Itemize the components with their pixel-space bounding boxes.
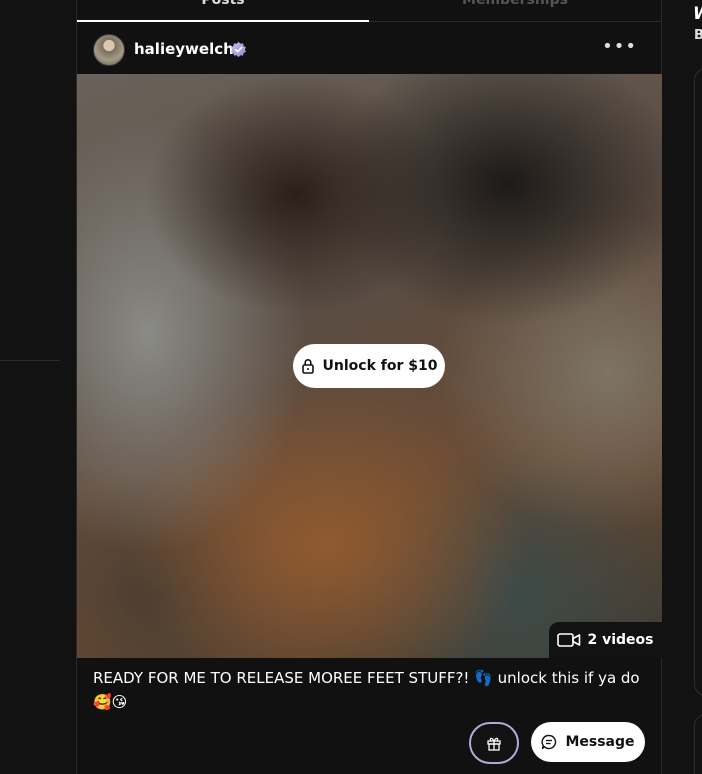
post-feed: Posts Memberships halieywelch ••• Unlock… xyxy=(76,0,662,774)
videos-count-label: 2 videos xyxy=(587,632,654,648)
more-options-icon[interactable]: ••• xyxy=(602,38,637,56)
tab-posts[interactable]: Posts xyxy=(77,0,369,14)
lock-icon xyxy=(301,359,314,374)
post-header: halieywelch ••• xyxy=(77,22,661,74)
video-camera-icon xyxy=(557,633,581,647)
left-divider xyxy=(0,360,60,361)
tip-button[interactable] xyxy=(469,722,519,764)
verified-badge-icon xyxy=(231,41,246,58)
avatar[interactable] xyxy=(93,34,125,66)
sidebar-subheading: B xyxy=(694,28,702,43)
unlock-label: Unlock for $10 xyxy=(322,358,438,374)
post-username[interactable]: halieywelch xyxy=(134,40,234,58)
unlock-button[interactable]: Unlock for $10 xyxy=(293,344,445,388)
sidebar-card xyxy=(694,68,702,696)
sidebar-card-secondary xyxy=(694,714,702,774)
gift-icon xyxy=(487,737,501,751)
sidebar-heading: W xyxy=(693,4,702,24)
message-label: Message xyxy=(565,734,635,750)
post-caption: READY FOR ME TO RELEASE MOREE FEET STUFF… xyxy=(93,669,640,711)
media-count-badge: 2 videos xyxy=(549,622,662,658)
locked-media-preview: Unlock for $10 2 videos xyxy=(77,74,662,658)
tab-memberships[interactable]: Memberships xyxy=(369,0,661,14)
message-button[interactable]: Message xyxy=(531,722,645,762)
right-sidebar: W B xyxy=(662,0,702,774)
profile-tabs: Posts Memberships xyxy=(77,0,661,22)
chat-bubble-icon xyxy=(541,734,557,750)
